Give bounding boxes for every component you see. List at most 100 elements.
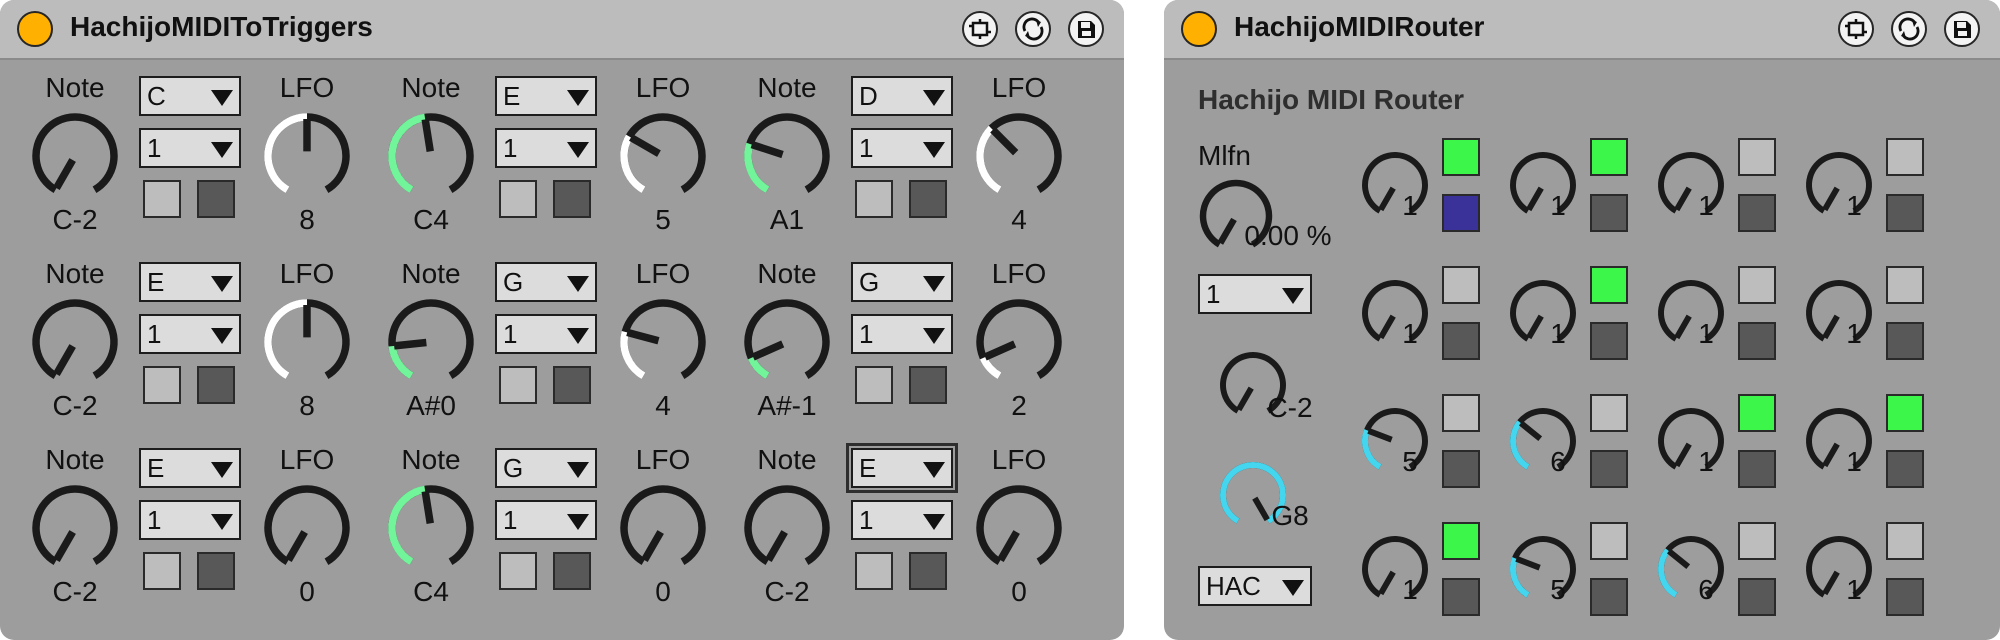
router-toggle-bottom[interactable] <box>1738 578 1776 616</box>
note-select[interactable]: D <box>851 76 953 116</box>
note-knob[interactable] <box>743 112 831 200</box>
router-toggle-bottom[interactable] <box>1590 450 1628 488</box>
channel-select[interactable]: 1 <box>851 314 953 354</box>
channel-select[interactable]: 1 <box>851 500 953 540</box>
router-toggle-bottom[interactable] <box>1590 578 1628 616</box>
note-select[interactable]: E <box>139 448 241 488</box>
mode-select[interactable]: HAC <box>1198 566 1312 606</box>
trigger-button-b[interactable] <box>197 180 235 218</box>
router-toggle-bottom[interactable] <box>1738 194 1776 232</box>
note-knob[interactable] <box>387 298 475 386</box>
channel-select[interactable]: 1 <box>139 128 241 168</box>
trigger-button-b[interactable] <box>909 180 947 218</box>
note-value: A#-1 <box>757 390 817 421</box>
note-knob[interactable] <box>743 484 831 572</box>
trigger-button-a[interactable] <box>143 552 181 590</box>
trigger-button-b[interactable] <box>909 366 947 404</box>
channel-select[interactable]: 1 <box>139 314 241 354</box>
lfo-knob[interactable] <box>263 484 351 572</box>
router-toggle-top[interactable] <box>1738 522 1776 560</box>
router-toggle-top[interactable] <box>1442 522 1480 560</box>
channel-select[interactable]: 1 <box>1198 274 1312 314</box>
trigger-button-b[interactable] <box>197 366 235 404</box>
router-toggle-bottom[interactable] <box>1442 194 1480 232</box>
hotswap-icon[interactable] <box>962 11 998 47</box>
lfo-knob[interactable] <box>619 484 707 572</box>
router-toggle-top[interactable] <box>1590 522 1628 560</box>
router-toggle-top[interactable] <box>1738 138 1776 176</box>
channel-select[interactable]: 1 <box>851 128 953 168</box>
trigger-button-b[interactable] <box>197 552 235 590</box>
router-toggle-top[interactable] <box>1886 394 1924 432</box>
save-icon[interactable] <box>1944 11 1980 47</box>
trigger-button-a[interactable] <box>499 552 537 590</box>
trigger-button-b[interactable] <box>909 552 947 590</box>
channel-select[interactable]: 1 <box>495 314 597 354</box>
note-value: C-2 <box>764 576 810 607</box>
power-icon[interactable] <box>17 11 53 47</box>
router-toggle-bottom[interactable] <box>1886 450 1924 488</box>
lfo-knob[interactable] <box>975 484 1063 572</box>
note-knob[interactable] <box>31 298 119 386</box>
lfo-knob[interactable] <box>619 298 707 386</box>
router-toggle-bottom[interactable] <box>1590 194 1628 232</box>
note-knob[interactable] <box>31 484 119 572</box>
note-select[interactable]: E <box>139 262 241 302</box>
router-toggle-top[interactable] <box>1590 138 1628 176</box>
router-toggle-top[interactable] <box>1442 138 1480 176</box>
channel-select[interactable]: 1 <box>495 500 597 540</box>
trigger-button-a[interactable] <box>855 366 893 404</box>
trigger-button-b[interactable] <box>553 552 591 590</box>
note-select[interactable]: C <box>139 76 241 116</box>
router-toggle-bottom[interactable] <box>1738 450 1776 488</box>
router-toggle-bottom[interactable] <box>1886 578 1924 616</box>
note-knob[interactable] <box>387 484 475 572</box>
channel-select[interactable]: 1 <box>139 500 241 540</box>
lfo-knob[interactable] <box>619 112 707 200</box>
note-select[interactable]: G <box>495 262 597 302</box>
router-toggle-top[interactable] <box>1886 266 1924 304</box>
router-toggle-top[interactable] <box>1442 394 1480 432</box>
router-toggle-top[interactable] <box>1886 138 1924 176</box>
router-toggle-bottom[interactable] <box>1442 322 1480 360</box>
refresh-icon[interactable] <box>1891 11 1927 47</box>
lfo-knob[interactable] <box>975 112 1063 200</box>
save-icon[interactable] <box>1068 11 1104 47</box>
router-toggle-bottom[interactable] <box>1886 322 1924 360</box>
router-toggle-bottom[interactable] <box>1590 322 1628 360</box>
note-select[interactable]: E <box>846 443 958 493</box>
trigger-button-a[interactable] <box>143 366 181 404</box>
note-knob[interactable] <box>31 112 119 200</box>
lfo-knob[interactable] <box>975 298 1063 386</box>
refresh-icon[interactable] <box>1015 11 1051 47</box>
note-select[interactable]: E <box>495 76 597 116</box>
router-toggle-top[interactable] <box>1738 394 1776 432</box>
lfo-knob[interactable] <box>263 112 351 200</box>
note-select[interactable]: G <box>851 262 953 302</box>
trigger-button-a[interactable] <box>499 366 537 404</box>
trigger-button-b[interactable] <box>553 366 591 404</box>
note-knob[interactable] <box>743 298 831 386</box>
router-toggle-top[interactable] <box>1442 266 1480 304</box>
trigger-button-a[interactable] <box>855 180 893 218</box>
router-toggle-top[interactable] <box>1886 522 1924 560</box>
hotswap-icon[interactable] <box>1838 11 1874 47</box>
router-toggle-top[interactable] <box>1738 266 1776 304</box>
channel-select[interactable]: 1 <box>495 128 597 168</box>
router-toggle-bottom[interactable] <box>1442 450 1480 488</box>
lfo-knob[interactable] <box>263 298 351 386</box>
router-toggle-top[interactable] <box>1590 266 1628 304</box>
channel-select-value: 1 <box>859 319 874 349</box>
router-toggle-bottom[interactable] <box>1738 322 1776 360</box>
trigger-button-b[interactable] <box>553 180 591 218</box>
note-knob[interactable] <box>387 112 475 200</box>
trigger-button-a[interactable] <box>143 180 181 218</box>
router-toggle-bottom[interactable] <box>1442 578 1480 616</box>
trigger-button-a[interactable] <box>499 180 537 218</box>
router-toggle-top[interactable] <box>1590 394 1628 432</box>
power-icon[interactable] <box>1181 11 1217 47</box>
note-label: Note <box>45 258 105 289</box>
note-select[interactable]: G <box>495 448 597 488</box>
router-toggle-bottom[interactable] <box>1886 194 1924 232</box>
trigger-button-a[interactable] <box>855 552 893 590</box>
